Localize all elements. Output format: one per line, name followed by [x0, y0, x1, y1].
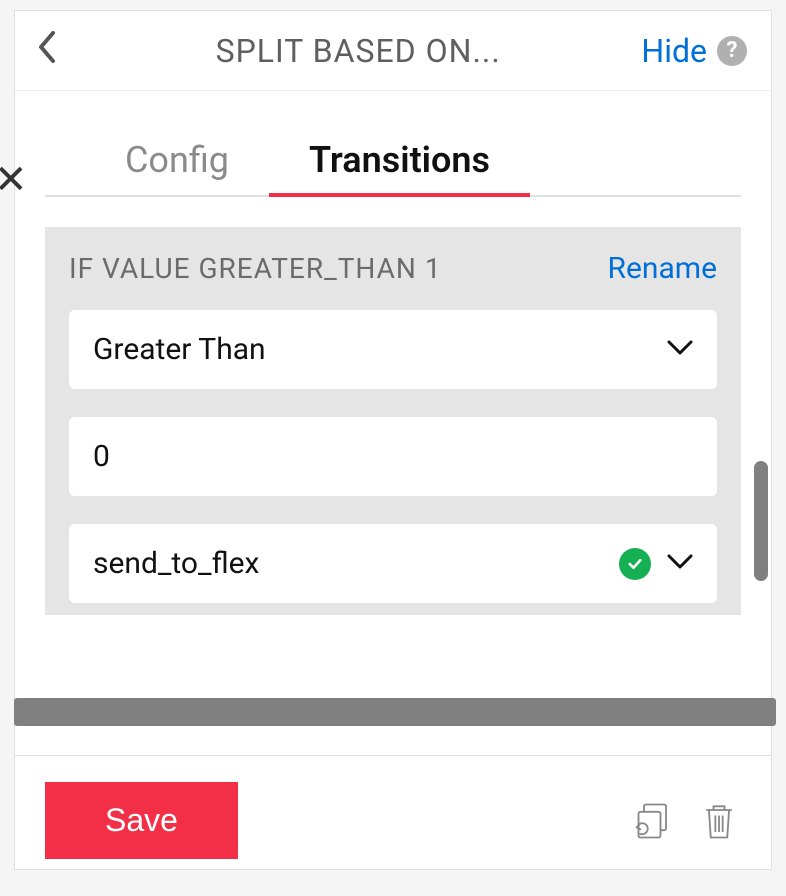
value-input[interactable]	[93, 439, 693, 474]
condition-label: IF VALUE GREATER_THAN 1	[69, 252, 442, 285]
footer: Save	[15, 755, 771, 869]
chevron-down-icon	[667, 337, 693, 362]
close-icon[interactable]: ✕	[0, 156, 28, 203]
tab-transitions[interactable]: Transitions	[269, 131, 530, 195]
horizontal-scrollbar[interactable]	[14, 698, 776, 726]
destination-select[interactable]: send_to_flex	[69, 524, 717, 603]
widget-config-panel: SPLIT BASED ON... Hide ? Config Transiti…	[14, 10, 772, 870]
duplicate-icon[interactable]	[633, 799, 677, 843]
operator-select[interactable]: Greater Than	[69, 310, 717, 389]
back-button[interactable]	[35, 29, 75, 72]
panel-title: SPLIT BASED ON...	[75, 32, 641, 70]
chevron-left-icon	[35, 29, 59, 65]
panel-header: SPLIT BASED ON... Hide ?	[15, 11, 771, 91]
chevron-down-icon	[667, 551, 693, 576]
tabs-container: Config Transitions	[15, 91, 771, 197]
save-button[interactable]: Save	[45, 782, 238, 859]
content-area: IF VALUE GREATER_THAN 1 Rename Greater T…	[15, 197, 771, 755]
vertical-scrollbar[interactable]	[754, 461, 768, 581]
value-input-row	[69, 417, 717, 496]
hide-link[interactable]: Hide	[641, 32, 707, 70]
destination-value: send_to_flex	[93, 546, 259, 581]
check-circle-icon	[619, 548, 651, 580]
trash-icon[interactable]	[697, 799, 741, 843]
tab-config[interactable]: Config	[85, 131, 269, 195]
help-icon[interactable]: ?	[717, 36, 747, 66]
rename-link[interactable]: Rename	[608, 251, 718, 286]
operator-value: Greater Than	[93, 332, 266, 367]
condition-block: IF VALUE GREATER_THAN 1 Rename Greater T…	[45, 227, 741, 615]
